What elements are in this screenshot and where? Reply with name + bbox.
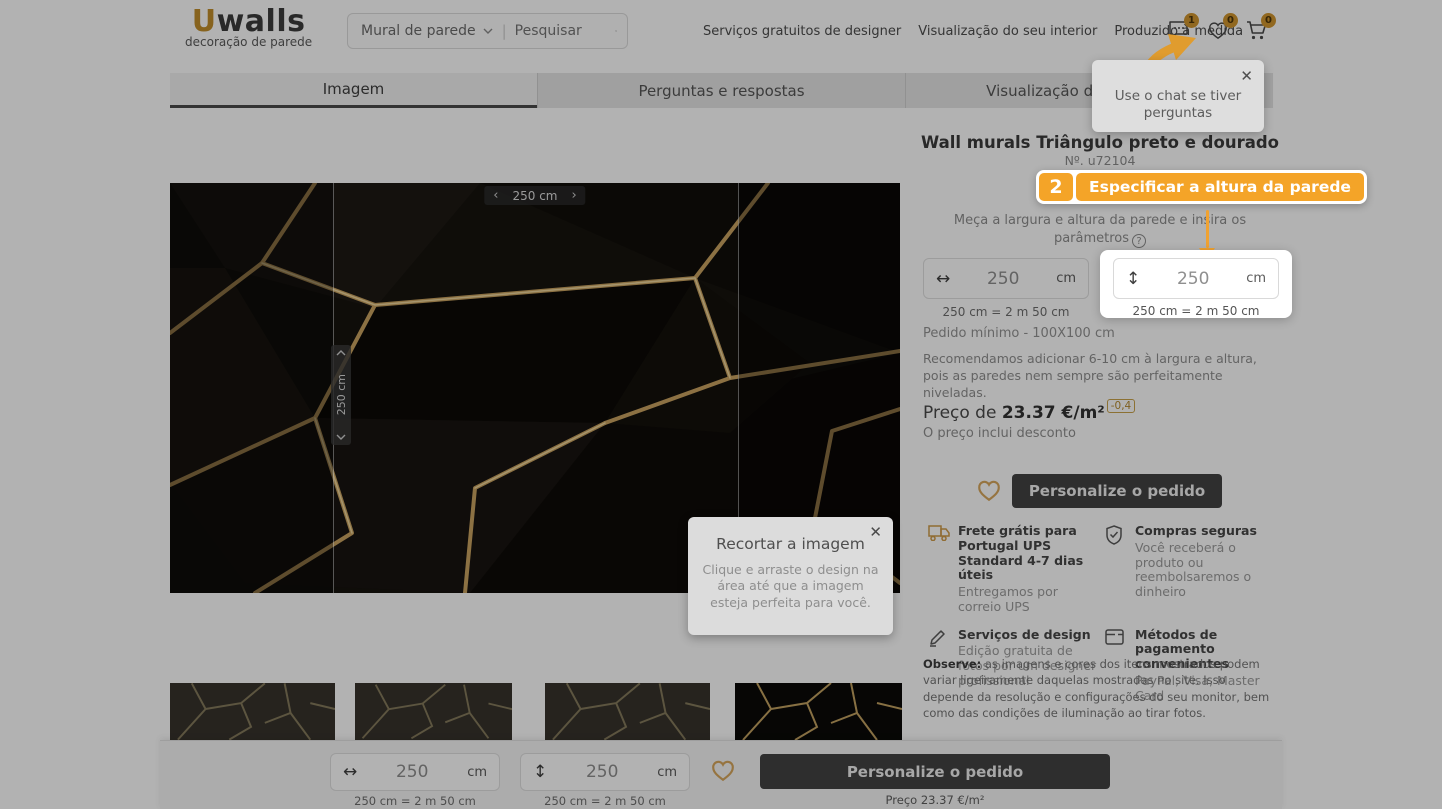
wallet-icon [1105,629,1124,645]
height-arrow-icon: ↕ [533,762,547,782]
chat-badge: 1 [1184,13,1199,28]
tab-questions[interactable]: Perguntas e respostas [537,73,905,108]
chat-tooltip: ✕ Use o chat se tiver perguntas [1092,60,1264,132]
feature-title: Frete grátis para Portugal UPS Standard … [958,524,1097,583]
tab-image[interactable]: Imagem [170,73,537,108]
thumbnail-2[interactable] [355,683,512,740]
height-ruler: 250 cm [331,345,351,445]
pen-icon [928,629,946,647]
bottom-order-bar: ↔ cm 250 cm = 2 m 50 cm ↕ cm 250 cm = 2 … [160,740,1282,809]
height-unit: cm [657,765,677,780]
help-icon[interactable]: ? [1132,234,1146,248]
search-bar: Mural de parede | [347,13,628,49]
feature-title: Serviços de design [958,628,1097,643]
price-prefix: Preço de [923,403,1002,423]
thumbnail-3[interactable] [545,683,710,740]
wishlist-badge: 0 [1223,13,1238,28]
height-unit: cm [1246,271,1266,286]
bottom-height-conversion: 250 cm = 2 m 50 cm [520,794,690,808]
disclaimer-note: Observe: as imagens e cores dos itens mo… [923,656,1278,721]
step-label: Especificar a altura da parede [1076,173,1364,201]
thumbnail-1[interactable] [170,683,335,740]
chevron-down-icon [483,28,493,34]
bottom-height-field: ↕ cm [520,753,690,791]
min-order-note: Pedido mínimo - 100X100 cm [923,326,1115,341]
thumbnail-4[interactable] [735,683,902,740]
bottom-personalize-order-button[interactable]: Personalize o pedido [760,754,1110,789]
shield-check-icon [1105,525,1123,545]
bottom-width-field: ↔ cm [330,753,500,791]
width-arrow-icon: ↔ [343,762,357,782]
search-divider: | [502,22,507,40]
bottom-width-conversion: 250 cm = 2 m 50 cm [330,794,500,808]
width-ruler-label: 250 cm [512,189,557,203]
nav-designer-services[interactable]: Serviços gratuitos de designer [703,24,901,39]
search-input[interactable] [515,23,615,39]
logo-accent: U [192,4,217,39]
height-input[interactable] [1140,269,1246,289]
logo[interactable]: Uwalls decoração de parede [185,7,312,49]
chat-tooltip-text: Use o chat se tiver perguntas [1115,88,1241,121]
recommendation-note: Recomendamos adicionar 6-10 cm à largura… [923,351,1271,402]
height-ruler-label: 250 cm [335,374,348,415]
feature-desc: Entregamos por correio UPS [958,585,1097,615]
bottom-height-input[interactable] [547,762,657,782]
cart-badge: 0 [1261,13,1276,28]
step-number: 2 [1039,173,1073,201]
feature-free-shipping: Frete grátis para Portugal UPS Standard … [928,524,1105,615]
width-unit: cm [1056,271,1076,286]
bottom-width-input[interactable] [357,762,467,782]
logo-text: walls [217,4,306,39]
logo-tagline: decoração de parede [185,35,312,49]
nav-interior-visualization[interactable]: Visualização do seu interior [918,24,1097,39]
product-sku: Nº. u72104 [920,153,1280,168]
height-field: ↕ cm [1113,258,1279,299]
disclaimer-label: Observe: [923,657,981,671]
step-2-callout: 2 Especificar a altura da parede [1036,170,1367,204]
price-line: Preço de 23.37 €/m²-0,4 [923,403,1135,423]
feature-desc: Você receberá o produto ou reembolsaremo… [1135,541,1274,600]
height-arrow-icon: ↕ [1126,269,1140,289]
close-icon[interactable]: ✕ [1240,67,1253,86]
search-category-dropdown[interactable]: Mural de parede [348,23,493,39]
product-title: Wall murals Triângulo preto e dourado [920,133,1280,152]
width-field: ↔ cm [923,258,1089,299]
header: Uwalls decoração de parede Mural de pare… [0,0,1442,57]
personalize-order-button[interactable]: Personalize o pedido [1012,474,1222,508]
favorite-heart-icon[interactable] [710,758,736,782]
ruler-chevron-down-icon[interactable] [336,434,346,440]
feature-title: Compras seguras [1135,524,1274,539]
width-conversion: 250 cm = 2 m 50 cm [923,305,1089,319]
step-arrow [1206,210,1209,248]
bottom-price: Preço 23.37 €/m² [760,793,1110,807]
wishlist-icon[interactable]: 0 [1207,20,1229,44]
cart-icon[interactable]: 0 [1245,20,1267,45]
width-unit: cm [467,765,487,780]
crop-tooltip-body: Clique e arraste o design na área até qu… [688,562,893,611]
close-icon[interactable]: ✕ [869,523,882,541]
feature-secure-purchase: Compras seguras Você receberá o produto … [1105,524,1282,615]
crop-tooltip-title: Recortar a imagem [688,535,893,553]
favorite-heart-icon[interactable] [976,478,1002,502]
measure-hint-text: Meça a largura e altura da parede e insi… [954,213,1246,246]
crop-tooltip: ✕ Recortar a imagem Clique e arraste o d… [688,517,893,635]
ruler-chevron-right-icon[interactable]: › [572,188,577,203]
price-value: 23.37 €/m² [1002,403,1105,423]
width-input[interactable] [950,269,1056,289]
width-ruler: ‹ 250 cm › [484,186,585,205]
discount-badge: -0,4 [1107,399,1136,413]
search-category-label: Mural de parede [361,23,476,39]
measure-hint: Meça a largura e altura da parede e insi… [930,212,1270,248]
search-icon[interactable] [615,22,617,40]
ruler-chevron-up-icon[interactable] [336,350,346,356]
height-field-highlight: ↕ cm 250 cm = 2 m 50 cm [1100,250,1292,318]
truck-icon [928,525,950,541]
price-note: O preço inclui desconto [923,426,1076,441]
height-conversion: 250 cm = 2 m 50 cm [1113,304,1279,318]
ruler-chevron-left-icon[interactable]: ‹ [493,188,498,203]
width-arrow-icon: ↔ [936,269,950,289]
